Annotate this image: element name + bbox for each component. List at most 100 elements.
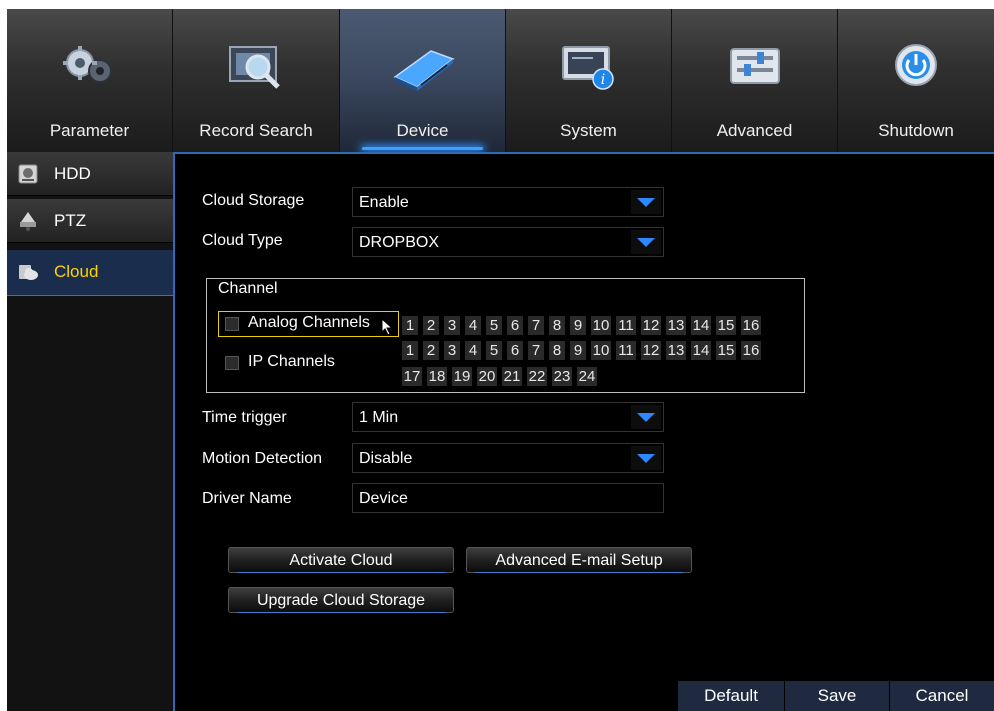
magnifier-film-icon: [224, 41, 288, 93]
channel-number[interactable]: 4: [465, 316, 481, 335]
channel-number[interactable]: 2: [423, 316, 439, 335]
sidebar: HDD PTZ Cloud: [7, 152, 173, 711]
channel-number[interactable]: 9: [570, 341, 586, 360]
motion-detection-value: Disable: [359, 450, 413, 467]
channel-number[interactable]: 15: [716, 341, 736, 360]
sidebar-item-ptz[interactable]: PTZ: [7, 199, 173, 243]
chevron-down-icon[interactable]: [631, 230, 661, 254]
channel-number[interactable]: 10: [591, 316, 611, 335]
tab-device[interactable]: Device: [340, 9, 506, 152]
tab-label: Record Search: [199, 121, 313, 140]
channel-number[interactable]: 10: [591, 341, 611, 360]
time-trigger-label: Time trigger: [202, 409, 287, 426]
channel-number[interactable]: 7: [528, 341, 544, 360]
driver-name-input[interactable]: Device: [352, 483, 664, 513]
cloud-storage-select[interactable]: Enable: [352, 187, 664, 217]
save-button[interactable]: Save: [784, 681, 889, 711]
tab-parameter[interactable]: Parameter: [7, 9, 173, 152]
channel-number[interactable]: 11: [616, 341, 636, 360]
channel-number[interactable]: 14: [691, 316, 711, 335]
channel-number[interactable]: 1: [402, 341, 418, 360]
channel-number[interactable]: 13: [666, 341, 686, 360]
sliders-panel-icon: [723, 41, 787, 93]
channel-title: Channel: [218, 280, 278, 297]
channel-number[interactable]: 6: [507, 316, 523, 335]
channel-number[interactable]: 24: [577, 367, 597, 386]
channel-number[interactable]: 3: [444, 341, 460, 360]
cloud-type-value: DROPBOX: [359, 234, 440, 251]
power-icon: [884, 41, 948, 93]
main-tab-bar: Parameter Record Search Device i System …: [7, 9, 994, 152]
activate-cloud-button[interactable]: Activate Cloud: [228, 547, 454, 573]
upgrade-cloud-storage-button[interactable]: Upgrade Cloud Storage: [228, 587, 454, 613]
cloud-settings-panel: Cloud Storage Enable Cloud Type DROPBOX …: [173, 152, 994, 711]
channel-number[interactable]: 17: [402, 367, 422, 386]
sidebar-item-cloud[interactable]: Cloud: [7, 250, 173, 296]
channel-number[interactable]: 2: [423, 341, 439, 360]
channel-number[interactable]: 19: [452, 367, 472, 386]
time-trigger-value: 1 Min: [359, 409, 399, 426]
channel-number[interactable]: 20: [477, 367, 497, 386]
chevron-down-icon[interactable]: [631, 190, 661, 214]
channel-number[interactable]: 22: [527, 367, 547, 386]
checkbox-box[interactable]: [225, 356, 239, 370]
channel-number[interactable]: 15: [716, 316, 736, 335]
hdd-icon: [17, 163, 39, 185]
cloud-type-select[interactable]: DROPBOX: [352, 227, 664, 257]
channel-number[interactable]: 6: [507, 341, 523, 360]
analog-channels-checkbox[interactable]: Analog Channels: [218, 311, 399, 337]
checkbox-box[interactable]: [225, 317, 239, 331]
channel-number[interactable]: 8: [549, 341, 565, 360]
ip-channels-checkbox[interactable]: IP Channels: [219, 351, 369, 375]
sidebar-item-label: PTZ: [54, 211, 87, 230]
channel-number[interactable]: 4: [465, 341, 481, 360]
channel-number[interactable]: 11: [616, 316, 636, 335]
app-window: Parameter Record Search Device i System …: [7, 9, 994, 711]
motion-detection-label: Motion Detection: [202, 450, 323, 467]
channel-number[interactable]: 18: [427, 367, 447, 386]
channel-number[interactable]: 7: [528, 316, 544, 335]
cloud-type-label: Cloud Type: [202, 232, 283, 249]
monitor-info-icon: i: [557, 41, 621, 93]
ptz-camera-icon: [17, 210, 39, 232]
motion-detection-select[interactable]: Disable: [352, 443, 664, 473]
channel-number[interactable]: 14: [691, 341, 711, 360]
tab-label: Advanced: [716, 121, 793, 140]
tab-shutdown[interactable]: Shutdown: [838, 9, 994, 152]
cancel-button[interactable]: Cancel: [889, 681, 994, 711]
channel-number[interactable]: 5: [486, 341, 502, 360]
channel-number[interactable]: 9: [570, 316, 586, 335]
channel-number[interactable]: 16: [741, 341, 761, 360]
channel-number[interactable]: 12: [641, 341, 661, 360]
tab-label: Shutdown: [878, 121, 954, 140]
driver-name-label: Driver Name: [202, 490, 292, 507]
svg-text:i: i: [600, 72, 604, 88]
default-button[interactable]: Default: [677, 681, 784, 711]
analog-channels-label: Analog Channels: [248, 314, 370, 331]
tab-record-search[interactable]: Record Search: [173, 9, 340, 152]
tab-label: Device: [396, 121, 449, 140]
ip-channels-label: IP Channels: [248, 353, 335, 370]
chevron-down-icon[interactable]: [631, 446, 661, 470]
mouse-cursor-icon: [381, 318, 393, 336]
channel-number[interactable]: 21: [502, 367, 522, 386]
channel-number[interactable]: 1: [402, 316, 418, 335]
chevron-down-icon[interactable]: [631, 405, 661, 429]
hard-drive-icon: [391, 41, 455, 93]
channel-number[interactable]: 5: [486, 316, 502, 335]
channel-number[interactable]: 8: [549, 316, 565, 335]
channel-number[interactable]: 16: [741, 316, 761, 335]
advanced-email-setup-button[interactable]: Advanced E-mail Setup: [466, 547, 692, 573]
channel-number[interactable]: 12: [641, 316, 661, 335]
cloud-icon: [17, 261, 39, 283]
tab-advanced[interactable]: Advanced: [672, 9, 838, 152]
gears-icon: [58, 41, 122, 93]
time-trigger-select[interactable]: 1 Min: [352, 402, 664, 432]
tab-system[interactable]: i System: [506, 9, 672, 152]
sidebar-item-hdd[interactable]: HDD: [7, 152, 173, 196]
driver-name-value: Device: [359, 490, 408, 507]
cloud-storage-value: Enable: [359, 194, 409, 211]
channel-number[interactable]: 23: [552, 367, 572, 386]
channel-number[interactable]: 3: [444, 316, 460, 335]
channel-number[interactable]: 13: [666, 316, 686, 335]
